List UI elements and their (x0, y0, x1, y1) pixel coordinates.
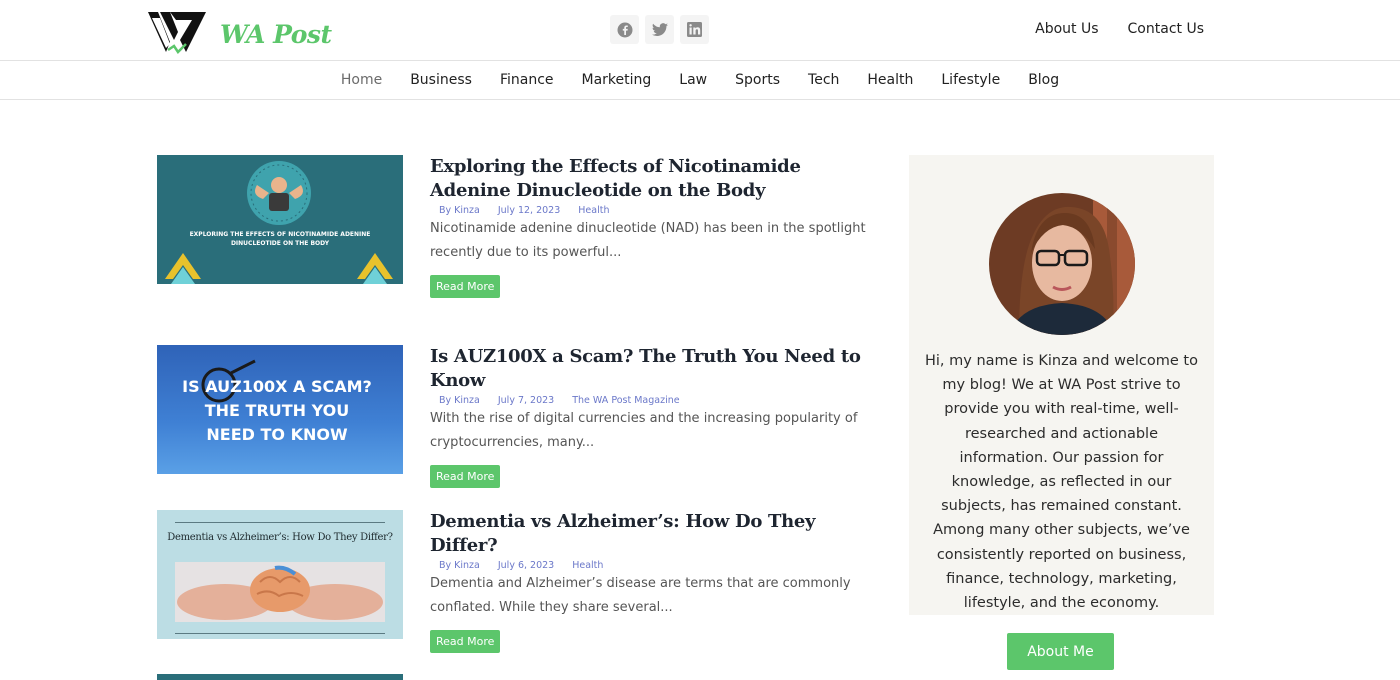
brand-name: WA Post (220, 19, 332, 49)
post-date[interactable]: July 12, 2023 (498, 205, 560, 216)
nav-item-blog[interactable]: Blog (1028, 72, 1059, 88)
nav-item-finance[interactable]: Finance (500, 72, 554, 88)
hands-brain-graphic (175, 562, 385, 622)
about-us-link[interactable]: About Us (1035, 21, 1098, 37)
post-title[interactable]: Is AUZ100X a Scam? The Truth You Need to… (430, 345, 870, 393)
read-more-button[interactable]: Read More (430, 275, 501, 298)
post-author[interactable]: By Kinza (439, 560, 480, 571)
post-meta: By Kinza July 6, 2023 Health (430, 560, 870, 571)
thumbnail-caption-line: NEED TO KNOW (206, 425, 348, 444)
thumbnail-divider (175, 522, 385, 523)
nav-item-law[interactable]: Law (679, 72, 707, 88)
thumbnail-caption: Dementia vs Alzheimer’s: How Do They Dif… (167, 532, 393, 543)
nav-item-lifestyle[interactable]: Lifestyle (941, 72, 1000, 88)
read-more-button[interactable]: Read More (430, 630, 501, 653)
thumbnail-caption: IS AUZ100X A SCAM? THE TRUTH YOU NEED TO… (157, 375, 397, 447)
category-nav: Home Business Finance Marketing Law Spor… (0, 61, 1400, 100)
portrait-graphic (989, 193, 1135, 335)
post-excerpt: Nicotinamide adenine dinucleotide (NAD) … (430, 221, 866, 260)
social-links (610, 15, 709, 44)
post-card: IS AUZ100X A SCAM? THE TRUTH YOU NEED TO… (157, 345, 867, 488)
post-content: Dementia vs Alzheimer’s: How Do They Dif… (430, 510, 870, 653)
facebook-icon[interactable] (610, 15, 639, 44)
post-title[interactable]: Dementia vs Alzheimer’s: How Do They Dif… (430, 510, 870, 558)
read-more-button[interactable]: Read More (430, 465, 501, 488)
site-logo[interactable]: WA Post (148, 8, 332, 54)
post-category[interactable]: Health (572, 560, 603, 571)
post-date[interactable]: July 7, 2023 (498, 395, 554, 406)
post-category[interactable]: Health (578, 205, 609, 216)
nav-item-home[interactable]: Home (341, 72, 382, 88)
contact-us-link[interactable]: Contact Us (1128, 21, 1204, 37)
post-content: Exploring the Effects of Nicotinamide Ad… (430, 155, 870, 298)
post-thumbnail[interactable] (157, 674, 403, 680)
wa-logo-icon (148, 12, 206, 54)
twitter-icon[interactable] (645, 15, 674, 44)
thumbnail-divider (175, 633, 385, 634)
about-me-button[interactable]: About Me (1007, 633, 1114, 670)
post-author[interactable]: By Kinza (439, 395, 480, 406)
author-bio: Hi, my name is Kinza and welcome to my b… (925, 353, 1198, 612)
thumbnail-graphic (165, 161, 393, 284)
post-thumbnail[interactable]: EXPLORING THE EFFECTS OF NICOTINAMIDE AD… (157, 155, 403, 284)
author-avatar (989, 193, 1135, 335)
post-category[interactable]: The WA Post Magazine (572, 395, 679, 406)
nav-item-sports[interactable]: Sports (735, 72, 780, 88)
post-title[interactable]: Exploring the Effects of Nicotinamide Ad… (430, 155, 870, 203)
header-links: About Us Contact Us (1035, 21, 1204, 37)
post-thumbnail[interactable]: IS AUZ100X A SCAM? THE TRUTH YOU NEED TO… (157, 345, 403, 474)
nav-item-business[interactable]: Business (410, 72, 472, 88)
post-card: Dementia vs Alzheimer’s: How Do They Dif… (157, 510, 867, 653)
site-header: WA Post About Us Contact Us (0, 0, 1400, 61)
author-sidebar: Hi, my name is Kinza and welcome to my b… (909, 155, 1214, 615)
post-meta: By Kinza July 7, 2023 The WA Post Magazi… (430, 395, 870, 406)
post-meta: By Kinza July 12, 2023 Health (430, 205, 870, 216)
post-thumbnail[interactable]: Dementia vs Alzheimer’s: How Do They Dif… (157, 510, 403, 639)
post-date[interactable]: July 6, 2023 (498, 560, 554, 571)
linkedin-icon[interactable] (680, 15, 709, 44)
post-excerpt: Dementia and Alzheimer’s disease are ter… (430, 576, 851, 615)
thumbnail-caption-line: THE TRUTH YOU (204, 401, 350, 420)
thumbnail-caption: EXPLORING THE EFFECTS OF NICOTINAMIDE AD… (189, 231, 371, 247)
post-author[interactable]: By Kinza (439, 205, 480, 216)
nav-item-health[interactable]: Health (867, 72, 913, 88)
post-card: EXPLORING THE EFFECTS OF NICOTINAMIDE AD… (157, 155, 867, 298)
post-excerpt: With the rise of digital currencies and … (430, 411, 858, 450)
thumbnail-caption-line: IS AUZ100X A SCAM? (182, 377, 372, 396)
nav-item-marketing[interactable]: Marketing (582, 72, 652, 88)
post-content: Is AUZ100X a Scam? The Truth You Need to… (430, 345, 870, 488)
nav-item-tech[interactable]: Tech (808, 72, 839, 88)
